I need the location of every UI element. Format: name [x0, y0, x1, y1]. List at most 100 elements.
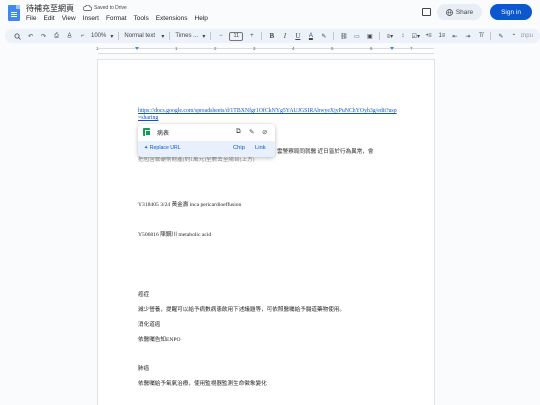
document-page[interactable]: https://docs.google.com/spreadsheets/d/1… [98, 60, 434, 405]
link-preview-card: 病表 ⧉ ✎ ⊘ ✦ Replace URL Chip Link [138, 124, 275, 157]
line-spacing-icon[interactable]: ↕ [396, 30, 409, 42]
menu-edit[interactable]: Edit [43, 15, 54, 22]
text-color-button[interactable]: A [304, 30, 317, 42]
sheets-icon [143, 128, 151, 136]
highlight-icon[interactable]: ✎ [317, 30, 330, 42]
save-status: Saved to Drive [83, 5, 127, 11]
menu-help[interactable]: Help [195, 15, 208, 22]
left-indent-marker[interactable] [135, 47, 139, 50]
font-size-input[interactable]: 11 [229, 31, 244, 41]
collapse-menus-icon[interactable]: ⌃ [507, 30, 520, 42]
section-heading: 癌症 [138, 292, 150, 298]
add-comment-icon[interactable]: ▭ [350, 30, 363, 42]
ruler-number: 5 [331, 46, 334, 51]
underline-label: U [295, 32, 301, 40]
docs-logo-icon[interactable] [8, 5, 20, 21]
menu-format[interactable]: Format [106, 15, 127, 22]
clear-formatting-icon[interactable]: T̸ [474, 30, 487, 42]
toolbar-divider [490, 32, 492, 40]
chevron-down-icon: ▾ [202, 33, 206, 40]
top-bar: 待補充至網頁 Saved to Drive File Edit View Ins… [0, 0, 540, 28]
menu-file[interactable]: File [26, 15, 36, 22]
search-menus-icon[interactable] [11, 30, 24, 42]
section-heading: 肺癌 [138, 366, 150, 372]
paragraph-line: 消化道癌 [138, 322, 161, 328]
chevron-down-icon: ▾ [110, 33, 114, 40]
share-button[interactable]: Share [437, 4, 482, 20]
ruler-track [98, 48, 434, 54]
underline-button[interactable]: U [291, 30, 304, 42]
ruler-number: 1 [175, 46, 178, 51]
toolbar-overflow-label: ɪnpu [520, 33, 533, 39]
menu-tools[interactable]: Tools [134, 15, 149, 22]
edit-link-icon[interactable]: ✎ [249, 128, 254, 136]
insert-link-icon[interactable]: ⛓ [337, 30, 350, 42]
zoom-select[interactable]: 100% ▾ [89, 30, 115, 42]
link-button[interactable]: Link [255, 145, 266, 151]
chip-button[interactable]: Chip [233, 145, 245, 151]
menu-view[interactable]: View [62, 15, 76, 22]
style-select[interactable]: Normal text ▾ [122, 30, 166, 42]
italic-button[interactable]: I [278, 30, 291, 42]
cloud-icon [83, 5, 92, 11]
menu-insert[interactable]: Insert [83, 15, 99, 22]
font-select[interactable]: Times ... ▾ [173, 30, 207, 42]
paragraph-line: 雲警察局同就醫 近日皆於行為異常，會 [277, 149, 374, 155]
toolbar-divider [261, 32, 263, 40]
link-card-actions: ✦ Replace URL Chip Link [138, 141, 275, 157]
align-icon[interactable]: ≡▾ [383, 30, 396, 42]
decrease-indent-icon[interactable]: ⇤ [448, 30, 461, 42]
bold-label: B [269, 32, 275, 40]
formatting-toolbar: ↶ ↷ ⎙ A̲ ⌐ 100% ▾ Normal text ▾ Times ... ▾… [5, 29, 540, 43]
save-status-text: Saved to Drive [94, 5, 127, 11]
bold-button[interactable]: B [265, 30, 278, 42]
share-label: Share [455, 8, 474, 16]
remove-link-icon[interactable]: ⊘ [262, 128, 267, 136]
checklist-icon[interactable]: ☑▾ [409, 30, 422, 42]
sign-in-button[interactable]: Sign in [490, 4, 532, 20]
spellcheck-icon[interactable]: A̲ [63, 30, 76, 42]
document-title[interactable]: 待補充至網頁 [26, 3, 74, 14]
horizontal-ruler: 1 1 2 3 4 5 6 7 [0, 46, 540, 56]
copy-link-icon[interactable]: ⧉ [236, 128, 241, 136]
insert-image-icon[interactable]: ▣ [363, 30, 376, 42]
zoom-value: 100% [91, 33, 107, 39]
paragraph-line: 減少營養，提醒可以給予病數病患飲用下述議題等，可依照醫囑給予腸道藥物使用。 [138, 307, 345, 313]
linked-file-name[interactable]: 病表 [157, 128, 169, 137]
globe-icon [445, 8, 453, 16]
font-value: Times ... [175, 33, 199, 39]
link-card-header: 病表 ⧉ ✎ ⊘ [138, 124, 275, 140]
menu-extensions[interactable]: Extensions [156, 15, 188, 22]
bulleted-list-icon[interactable]: •≡ [422, 30, 435, 42]
spreadsheet-link[interactable]: https://docs.google.com/spreadsheets/d/1… [138, 108, 398, 122]
toolbar-divider [333, 32, 335, 40]
replace-url-button[interactable]: ✦ Replace URL [144, 145, 181, 151]
toolbar-divider [118, 32, 120, 40]
increase-indent-icon[interactable]: ⇥ [461, 30, 474, 42]
decrease-font-size-button[interactable]: − [214, 30, 227, 42]
paint-format-icon[interactable]: ⌐ [76, 30, 89, 42]
undo-icon[interactable]: ↶ [24, 30, 37, 42]
chevron-down-icon: ▾ [161, 33, 165, 40]
ruler-number: 7 [410, 46, 413, 51]
menu-bar: File Edit View Insert Format Tools Exten… [26, 15, 208, 22]
right-indent-marker[interactable] [390, 47, 394, 50]
text-color-label: A [308, 33, 313, 39]
comment-history-icon[interactable] [422, 8, 431, 16]
toolbar-divider [169, 32, 171, 40]
style-value: Normal text [124, 33, 156, 39]
ruler-number: 4 [292, 46, 295, 51]
print-icon[interactable]: ⎙ [50, 30, 63, 42]
paragraph-line: Y506816 陳鋼川 metabolic acid [138, 232, 212, 238]
toolbar-divider [210, 32, 212, 40]
paragraph-line: Y318405 3/24 黃金壽 inca pericardioeffusion [138, 202, 242, 208]
replace-url-label: Replace URL [149, 145, 181, 151]
editing-mode-icon[interactable]: ✎ [494, 30, 507, 42]
italic-label: I [283, 32, 287, 40]
redo-icon[interactable]: ↷ [37, 30, 50, 42]
ruler-number: 3 [253, 46, 256, 51]
numbered-list-icon[interactable]: 1≡ [435, 30, 448, 42]
increase-font-size-button[interactable]: + [245, 30, 258, 42]
toolbar-divider [379, 32, 381, 40]
paragraph-line: 依醫囑給予氧氣治療，使用監視器監測生命徵象變化 [138, 381, 267, 387]
